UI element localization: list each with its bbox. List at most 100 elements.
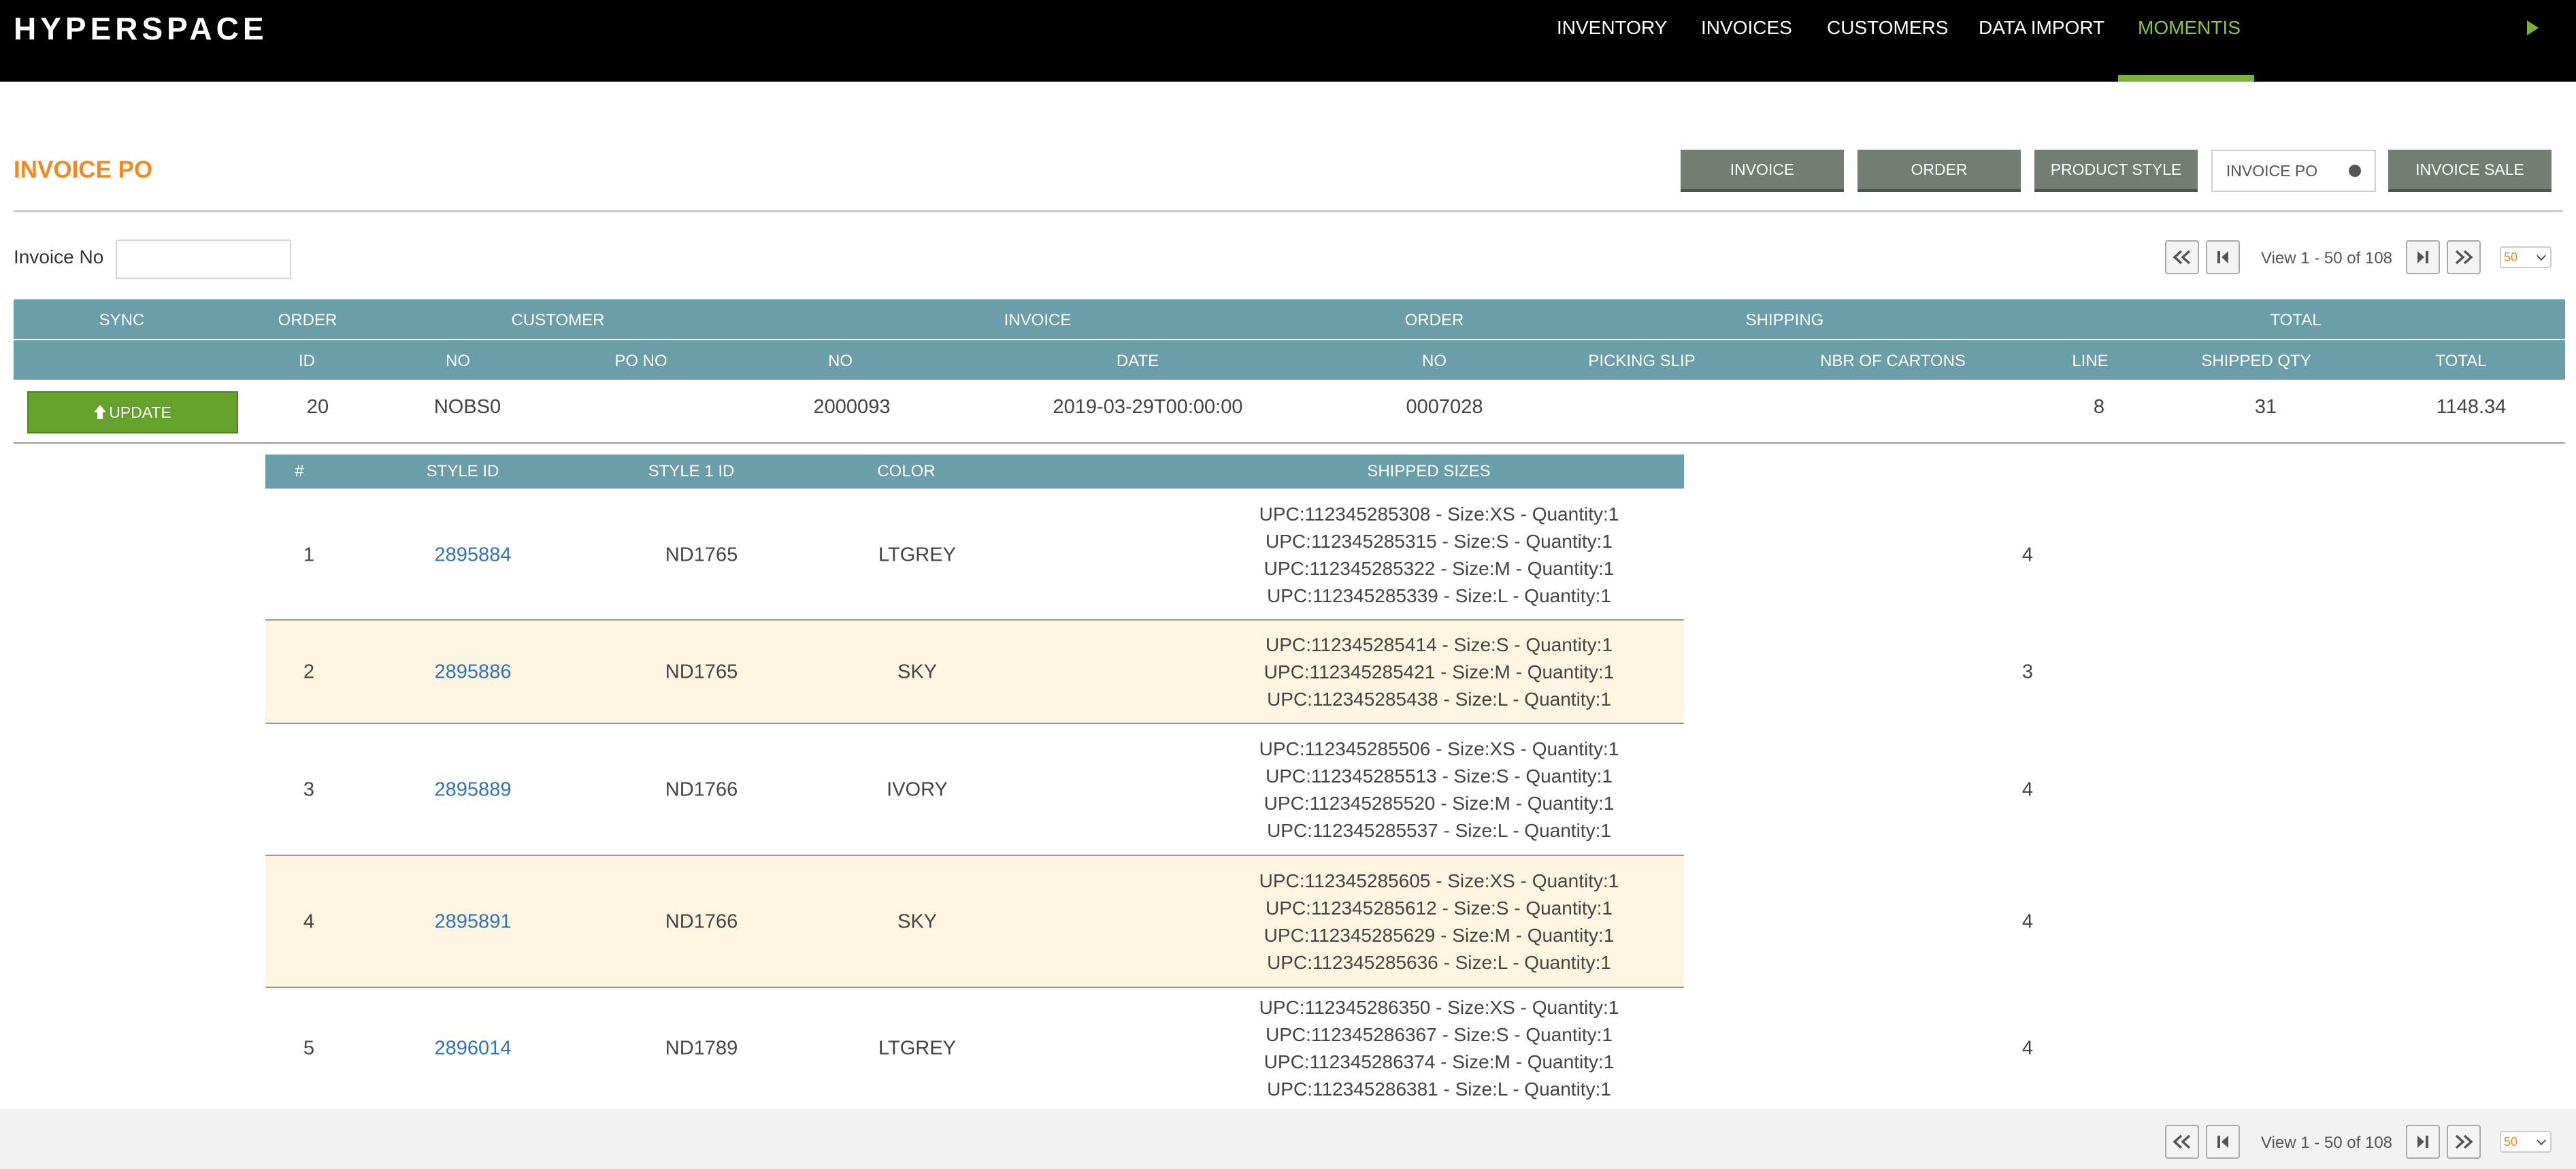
size-line: UPC:112345285308 - Size:XS - Quantity:1 bbox=[1259, 504, 1619, 525]
style-id-link[interactable]: 2895886 bbox=[435, 661, 512, 684]
row-number: 2 bbox=[303, 661, 315, 683]
double-chevron-left-icon bbox=[2170, 1134, 2194, 1150]
last-page-button[interactable] bbox=[2447, 1125, 2481, 1159]
style-id-link[interactable]: 2895889 bbox=[435, 779, 512, 802]
size-line: UPC:112345285438 - Size:L - Quantity:1 bbox=[1267, 689, 1611, 710]
style1-id: ND1765 bbox=[665, 544, 738, 566]
nav-data-import[interactable]: DATA IMPORT bbox=[1979, 17, 2104, 39]
nav-customers[interactable]: CUSTOMERS bbox=[1827, 17, 1948, 39]
th-order-no-group: ORDER bbox=[1404, 311, 1464, 329]
sub-th-error: ERROR bbox=[2243, 462, 2302, 480]
th-id: ID bbox=[299, 352, 315, 370]
color: SKY bbox=[897, 910, 938, 933]
arrow-up-icon bbox=[94, 405, 107, 420]
table-row: 1 2895884 ND1765 LTGREY UPC:112345285308… bbox=[265, 490, 2033, 621]
table-row: 3 2895889 ND1766 IVORY UPC:112345285506 … bbox=[265, 724, 2033, 856]
first-page-button[interactable] bbox=[2165, 1125, 2199, 1159]
active-dot-icon bbox=[2349, 165, 2362, 177]
tab-invoice[interactable]: INVOICE bbox=[1681, 150, 1844, 192]
prev-page-button[interactable] bbox=[2206, 240, 2240, 274]
invoice-no-input[interactable] bbox=[116, 240, 291, 279]
skip-back-icon bbox=[2214, 249, 2232, 265]
double-chevron-right-icon bbox=[2452, 1134, 2475, 1150]
last-page-button[interactable] bbox=[2447, 240, 2481, 274]
tab-invoice-sale-label: INVOICE SALE bbox=[2415, 160, 2524, 178]
tab-invoice-sale[interactable]: INVOICE SALE bbox=[2388, 150, 2552, 192]
style1-id: ND1765 bbox=[665, 661, 738, 683]
tab-product-style[interactable]: PRODUCT STYLE bbox=[2034, 150, 2198, 192]
style1-id: ND1766 bbox=[665, 778, 738, 801]
quantity-total: 4 bbox=[2021, 544, 2034, 566]
row-divider bbox=[14, 442, 2565, 444]
double-chevron-right-icon bbox=[2452, 249, 2475, 265]
shipped-sizes: UPC:112345285605 - Size:XS - Quantity:1 … bbox=[1259, 868, 1619, 976]
table-row: 5 2896014 ND1789 LTGREY UPC:112345286350… bbox=[265, 988, 2033, 1109]
tab-order[interactable]: ORDER bbox=[1857, 150, 2021, 192]
size-line: UPC:112345285520 - Size:M - Quantity:1 bbox=[1264, 793, 1615, 814]
cell-customer-no: NOBS0 bbox=[433, 396, 501, 418]
nav-invoices[interactable]: INVOICES bbox=[1701, 17, 1792, 39]
style-id-link[interactable]: 2895891 bbox=[435, 911, 512, 934]
row-number: 1 bbox=[303, 544, 315, 566]
cell-invoice-date: 2019-03-29T00:00:00 bbox=[1053, 396, 1243, 418]
size-line: UPC:112345285421 - Size:M - Quantity:1 bbox=[1264, 661, 1615, 682]
th-shipped-qty: SHIPPED QTY bbox=[2201, 352, 2311, 370]
nav-momentis[interactable]: MOMENTIS bbox=[2138, 17, 2241, 39]
table-column-header: ID NO PO NO NO DATE NO PICKING SLIP NBR … bbox=[14, 340, 2565, 380]
style-id-link[interactable]: 2896014 bbox=[435, 1038, 512, 1060]
skip-back-icon bbox=[2214, 1134, 2232, 1150]
play-icon[interactable] bbox=[2527, 20, 2539, 35]
page-size-select[interactable]: 50 bbox=[2500, 1131, 2552, 1153]
page-size-select[interactable]: 50 bbox=[2500, 246, 2552, 268]
th-invoice-no: NO bbox=[828, 352, 853, 370]
size-line: UPC:112345286350 - Size:XS - Quantity:1 bbox=[1259, 997, 1619, 1018]
th-total: TOTAL bbox=[2435, 352, 2487, 370]
next-page-button[interactable] bbox=[2406, 240, 2440, 274]
update-button[interactable]: UPDATE bbox=[27, 391, 238, 433]
tab-order-label: ORDER bbox=[1911, 160, 1968, 178]
tab-invoice-label: INVOICE bbox=[1730, 160, 1795, 178]
style-id-link[interactable]: 2895884 bbox=[435, 544, 512, 567]
logo[interactable]: HYPERSPACE bbox=[14, 13, 268, 44]
bottom-pager-bar: View 1 - 50 of 108 50 bbox=[0, 1109, 2576, 1169]
table-row: 2 2895886 ND1765 SKY UPC:112345285414 - … bbox=[265, 621, 2033, 724]
cell-order-no: 0007028 bbox=[1406, 396, 1483, 418]
row-number: 5 bbox=[303, 1037, 315, 1059]
sub-th-num: # bbox=[295, 462, 304, 480]
quantity-total: 4 bbox=[2021, 778, 2034, 801]
chevron-down-icon bbox=[2536, 250, 2547, 261]
row-number: 3 bbox=[303, 778, 315, 801]
skip-forward-icon bbox=[2414, 1134, 2432, 1150]
page-title: INVOICE PO bbox=[14, 157, 153, 183]
tab-product-style-label: PRODUCT STYLE bbox=[2050, 160, 2182, 178]
nav-active-indicator bbox=[2118, 75, 2254, 82]
chevron-down-icon bbox=[2536, 1135, 2547, 1146]
first-page-button[interactable] bbox=[2165, 240, 2199, 274]
subtable-header: # STYLE ID STYLE 1 ID COLOR SHIPPED SIZE… bbox=[265, 455, 2302, 489]
sub-th-shipped-sizes: SHIPPED SIZES bbox=[1367, 462, 1491, 480]
tab-invoice-po-label: INVOICE PO bbox=[2226, 161, 2318, 180]
table-group-header: SYNC ORDER CUSTOMER INVOICE ORDER SHIPPI… bbox=[14, 299, 2565, 339]
quantity-total: 4 bbox=[2021, 910, 2034, 933]
color: LTGREY bbox=[878, 1037, 956, 1059]
cell-total: 1148.34 bbox=[2436, 396, 2507, 418]
shipped-sizes: UPC:112345285414 - Size:S - Quantity:1 U… bbox=[1264, 631, 1615, 713]
page-size-value: 50 bbox=[2504, 1134, 2518, 1149]
double-chevron-left-icon bbox=[2170, 249, 2194, 265]
th-invoice-group: INVOICE bbox=[1004, 311, 1072, 329]
prev-page-button[interactable] bbox=[2206, 1125, 2240, 1159]
style1-id: ND1766 bbox=[665, 910, 738, 933]
page-size-value: 50 bbox=[2504, 250, 2518, 264]
th-shipping-group: SHIPPING bbox=[1745, 311, 1824, 329]
tab-invoice-po[interactable]: INVOICE PO bbox=[2211, 150, 2376, 192]
next-page-button[interactable] bbox=[2406, 1125, 2440, 1159]
size-line: UPC:112345285506 - Size:XS - Quantity:1 bbox=[1259, 738, 1619, 759]
size-line: UPC:112345285537 - Size:L - Quantity:1 bbox=[1267, 820, 1611, 841]
color: SKY bbox=[897, 661, 938, 683]
table-row: 4 2895891 ND1766 SKY UPC:112345285605 - … bbox=[265, 856, 2033, 988]
sub-th-style-id: STYLE ID bbox=[426, 462, 499, 480]
th-customer-no: NO bbox=[446, 352, 470, 370]
size-line: UPC:112345285339 - Size:L - Quantity:1 bbox=[1267, 585, 1611, 606]
nav-inventory[interactable]: INVENTORY bbox=[1557, 17, 1667, 39]
cell-invoice-no: 2000093 bbox=[813, 396, 891, 418]
